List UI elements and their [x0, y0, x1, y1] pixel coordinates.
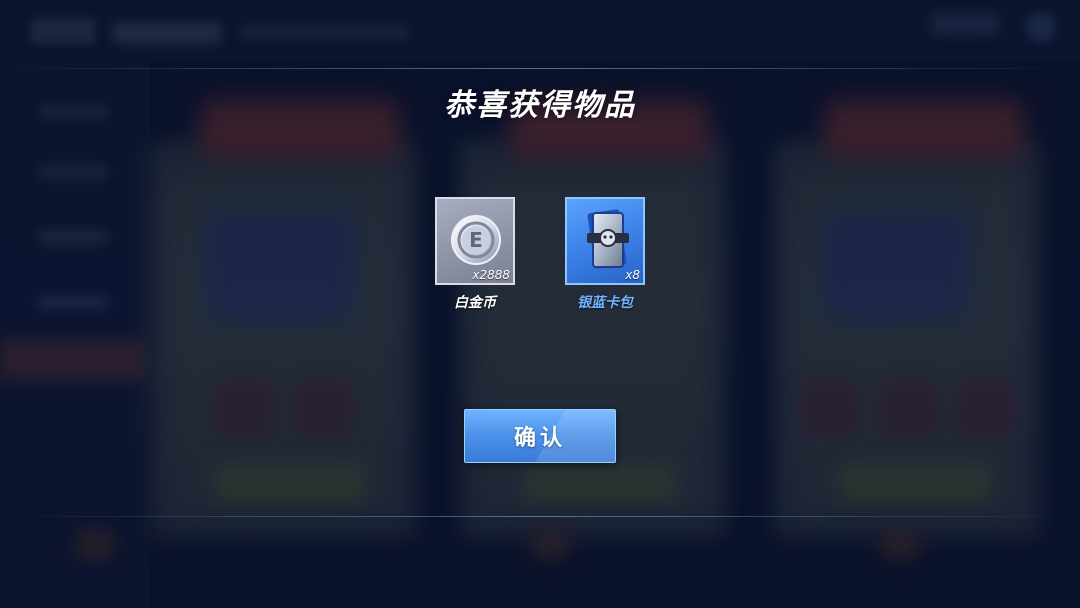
modal-bottom-line [0, 516, 1080, 517]
confirm-button[interactable]: 确认 [464, 409, 616, 463]
reward-icon-frame: x8 [565, 197, 645, 285]
platinum-coin-icon: E [451, 215, 501, 265]
confirm-button-label: 确认 [513, 426, 566, 451]
reward-quantity: x8 [625, 268, 640, 282]
reward-name: 白金币 [454, 295, 496, 311]
reward-quantity: x2888 [472, 268, 510, 282]
card-pack-icon [587, 209, 629, 269]
svg-text:E: E [469, 228, 483, 252]
modal-top-line [0, 68, 1080, 69]
reward-item-card-pack[interactable]: x8 银蓝卡包 [563, 197, 647, 312]
reward-item-platinum-coin[interactable]: E x2888 白金币 [433, 197, 517, 312]
reward-icon-frame: E x2888 [435, 197, 515, 285]
reward-dialog-title: 恭喜获得物品 [444, 88, 636, 123]
reward-name: 银蓝卡包 [577, 295, 633, 311]
